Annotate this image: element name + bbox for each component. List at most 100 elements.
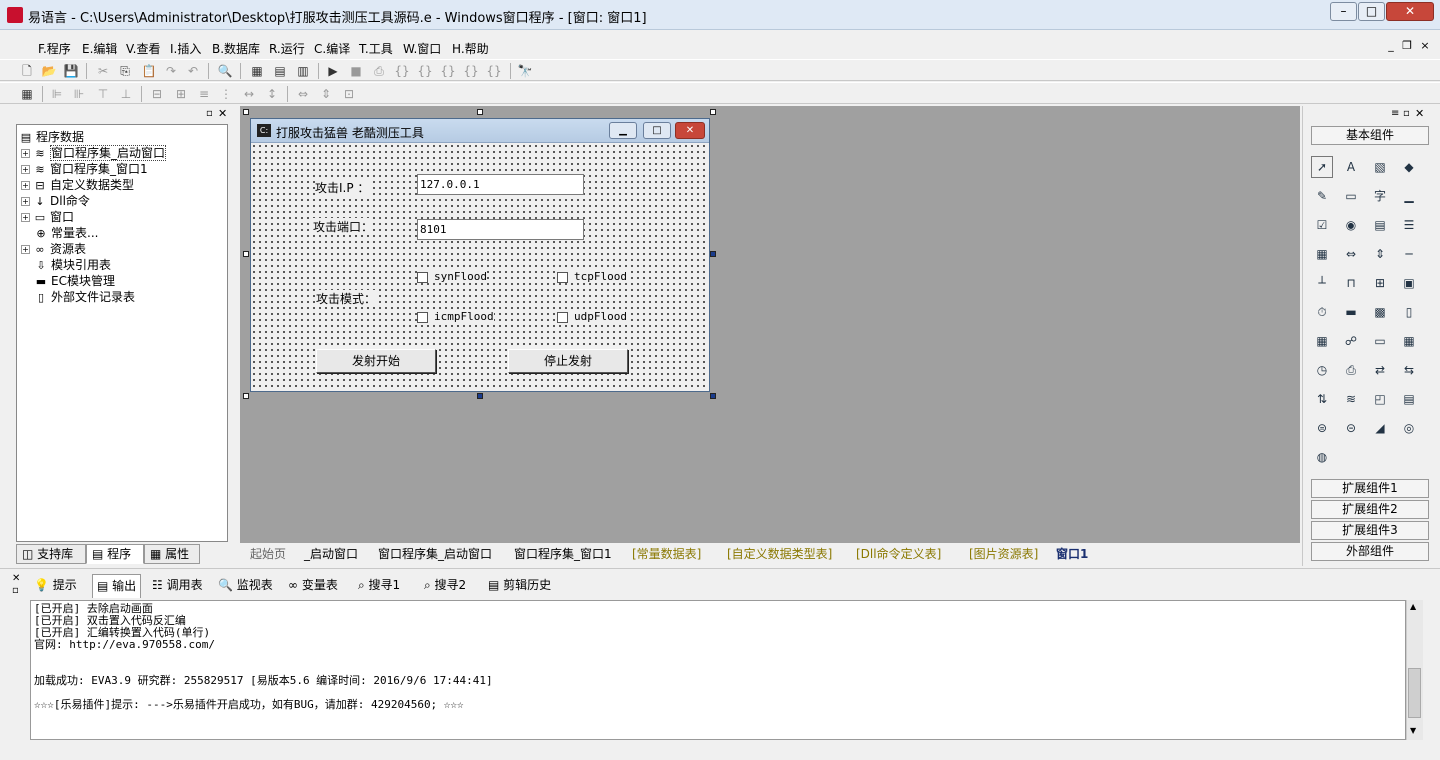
copy-icon[interactable]: ⎘ — [116, 63, 134, 79]
shape-icon[interactable]: ◆ — [1398, 156, 1420, 178]
scrollbar-icon[interactable]: ⇔ — [1340, 243, 1362, 265]
binoculars-icon[interactable]: 🔭 — [516, 63, 534, 79]
spin-icon[interactable]: ⇕ — [1369, 243, 1391, 265]
calculator-icon[interactable]: ▦ — [18, 86, 36, 102]
extension-group-2[interactable]: 扩展组件2 — [1311, 500, 1429, 519]
same-size-icon[interactable]: ⊡ — [340, 86, 358, 102]
tree-item-external-files[interactable]: ▯ 外部文件记录表 — [34, 289, 135, 305]
table-icon[interactable]: ▦ — [1311, 330, 1333, 352]
equal-height-icon[interactable]: ↕ — [263, 86, 281, 102]
tab-call-stack[interactable]: ☷ 调用表 — [152, 574, 203, 598]
palette-menu-icon[interactable]: ≡ — [1391, 108, 1399, 119]
chart-icon[interactable]: ◢ — [1369, 417, 1391, 439]
output-scrollbar[interactable]: ▲ ▼ — [1406, 600, 1423, 740]
center-v-icon[interactable]: ⊞ — [172, 86, 190, 102]
list-icon[interactable]: ☰ — [1398, 214, 1420, 236]
resize-handle[interactable] — [477, 109, 483, 115]
find-icon[interactable]: 🔍 — [216, 63, 234, 79]
pipe-icon[interactable]: ≋ — [1340, 388, 1362, 410]
cursor-icon[interactable]: ➚ — [1311, 156, 1333, 178]
tab-clip-history[interactable]: ▤ 剪辑历史 — [488, 574, 551, 598]
mdi-close-button[interactable]: × — [1418, 40, 1432, 54]
tab-image-resources[interactable]: [图片资源表] — [969, 545, 1038, 565]
tab-search2[interactable]: ⌕ 搜寻2 — [424, 574, 466, 598]
breakpoint-icon[interactable]: {} — [485, 63, 503, 79]
close-button[interactable]: ✕ — [1386, 2, 1434, 21]
same-width-icon[interactable]: ⇔ — [294, 86, 312, 102]
external-components[interactable]: 外部组件 — [1311, 542, 1429, 561]
tab-support-library[interactable]: ◫ 支持库 — [16, 544, 86, 564]
tree-item-custom-types[interactable]: + ⊟ 自定义数据类型 — [21, 177, 134, 193]
panel-float-icon[interactable]: ▫ — [206, 108, 213, 119]
tree-item-window1-assembly[interactable]: + ≋ 窗口程序集_窗口1 — [21, 161, 148, 177]
resize-handle[interactable] — [243, 393, 249, 399]
picture-icon[interactable]: ▧ — [1369, 156, 1391, 178]
ruler-icon[interactable]: ┴ — [1311, 272, 1333, 294]
db-icon[interactable]: ⊜ — [1311, 417, 1333, 439]
output-pane[interactable]: [已开启] 去除启动画面 [已开启] 双击置入代码反汇编 [已开启] 汇编转换置… — [30, 600, 1406, 740]
tree-root[interactable]: ▤ 程序数据 — [19, 129, 84, 145]
paste-icon[interactable]: 📋 — [140, 63, 158, 79]
db2-icon[interactable]: ⊝ — [1340, 417, 1362, 439]
tab-hint[interactable]: 💡 提示 — [34, 574, 77, 598]
step-icon[interactable]: ⎙ — [370, 63, 388, 79]
timer-icon[interactable]: ⏱ — [1311, 301, 1333, 323]
grid-icon[interactable]: ▦ — [1311, 243, 1333, 265]
form-minimize-button[interactable]: ▁ — [609, 122, 637, 139]
tab-dll-table[interactable]: [Dll命令定义表] — [856, 545, 941, 565]
equal-width-icon[interactable]: ↔ — [240, 86, 258, 102]
tab-window1-assembly[interactable]: 窗口程序集_窗口1 — [514, 545, 612, 565]
run-icon[interactable]: ▶ — [324, 63, 342, 79]
extension-group-3[interactable]: 扩展组件3 — [1311, 521, 1429, 540]
tab-watch[interactable]: 🔍 监视表 — [218, 574, 273, 598]
port-input[interactable]: 8101 — [417, 219, 584, 240]
resize-handle[interactable] — [243, 251, 249, 257]
label-icon[interactable]: A — [1340, 156, 1362, 178]
menu-compile[interactable]: C.编译 — [314, 40, 350, 57]
panel-icon[interactable]: ▤ — [1398, 388, 1420, 410]
cut-icon[interactable]: ✂ — [94, 63, 112, 79]
menu-database[interactable]: B.数据库 — [212, 40, 260, 57]
radio-icon[interactable]: ◉ — [1340, 214, 1362, 236]
stop-icon[interactable]: ■ — [347, 63, 365, 79]
resize-handle[interactable] — [243, 109, 249, 115]
align-left-icon[interactable]: ⊫ — [48, 86, 66, 102]
space-v-icon[interactable]: ⋮ — [217, 86, 235, 102]
server-icon[interactable]: ⇆ — [1398, 359, 1420, 381]
bottom-float-icon[interactable]: ▫ — [12, 585, 19, 596]
checkbox-icon[interactable]: ☑ — [1311, 214, 1333, 236]
tree-item-dll-commands[interactable]: + ↓ Dll命令 — [21, 193, 90, 209]
menu-window[interactable]: W.窗口 — [403, 40, 441, 57]
open-folder-icon[interactable]: 📂 — [40, 63, 58, 79]
align-top-icon[interactable]: ⊤ — [94, 86, 112, 102]
form-close-button[interactable]: ✕ — [675, 122, 705, 139]
resize-handle[interactable] — [710, 251, 716, 257]
tcpflood-checkbox[interactable]: tcpFlood — [557, 270, 627, 283]
progress-icon[interactable]: ▭ — [1369, 330, 1391, 352]
redo-icon[interactable]: ↷ — [162, 63, 180, 79]
tab-custom-types-table[interactable]: [自定义数据类型表] — [727, 545, 832, 565]
tab-start-page[interactable]: 起始页 — [250, 545, 286, 565]
resize-handle[interactable] — [710, 393, 716, 399]
menu-edit[interactable]: E.编辑 — [82, 40, 117, 57]
same-height-icon[interactable]: ⇕ — [317, 86, 335, 102]
palette-float-icon[interactable]: ▫ — [1403, 108, 1410, 119]
tab-properties[interactable]: ▦ 属性 — [144, 544, 200, 564]
save-icon[interactable]: 💾 — [62, 63, 80, 79]
layout-2-icon[interactable]: ▤ — [271, 63, 289, 79]
layout-1-icon[interactable]: ▦ — [248, 63, 266, 79]
calendar-icon[interactable]: ▣ — [1398, 272, 1420, 294]
tab-program[interactable]: ▤ 程序 — [86, 544, 144, 564]
client-icon[interactable]: ⇅ — [1311, 388, 1333, 410]
ip-input[interactable]: 127.0.0.1 — [417, 174, 584, 195]
udpflood-checkbox[interactable]: udpFlood — [557, 310, 627, 323]
menu-program[interactable]: F.程序 — [38, 40, 71, 57]
mdi-restore-button[interactable]: ❐ — [1400, 40, 1414, 54]
space-h-icon[interactable]: ≡ — [195, 86, 213, 102]
menu-tools[interactable]: T.工具 — [359, 40, 393, 57]
center-h-icon[interactable]: ⊟ — [148, 86, 166, 102]
align-bottom-icon[interactable]: ⊥ — [117, 86, 135, 102]
designed-form[interactable]: C: 打服攻击猛兽 老酷测压工具 ▁ □ ✕ 攻击I.P ： 127.0.0.1… — [250, 118, 710, 392]
maximize-button[interactable]: □ — [1358, 2, 1385, 21]
layout-3-icon[interactable]: ▥ — [294, 63, 312, 79]
